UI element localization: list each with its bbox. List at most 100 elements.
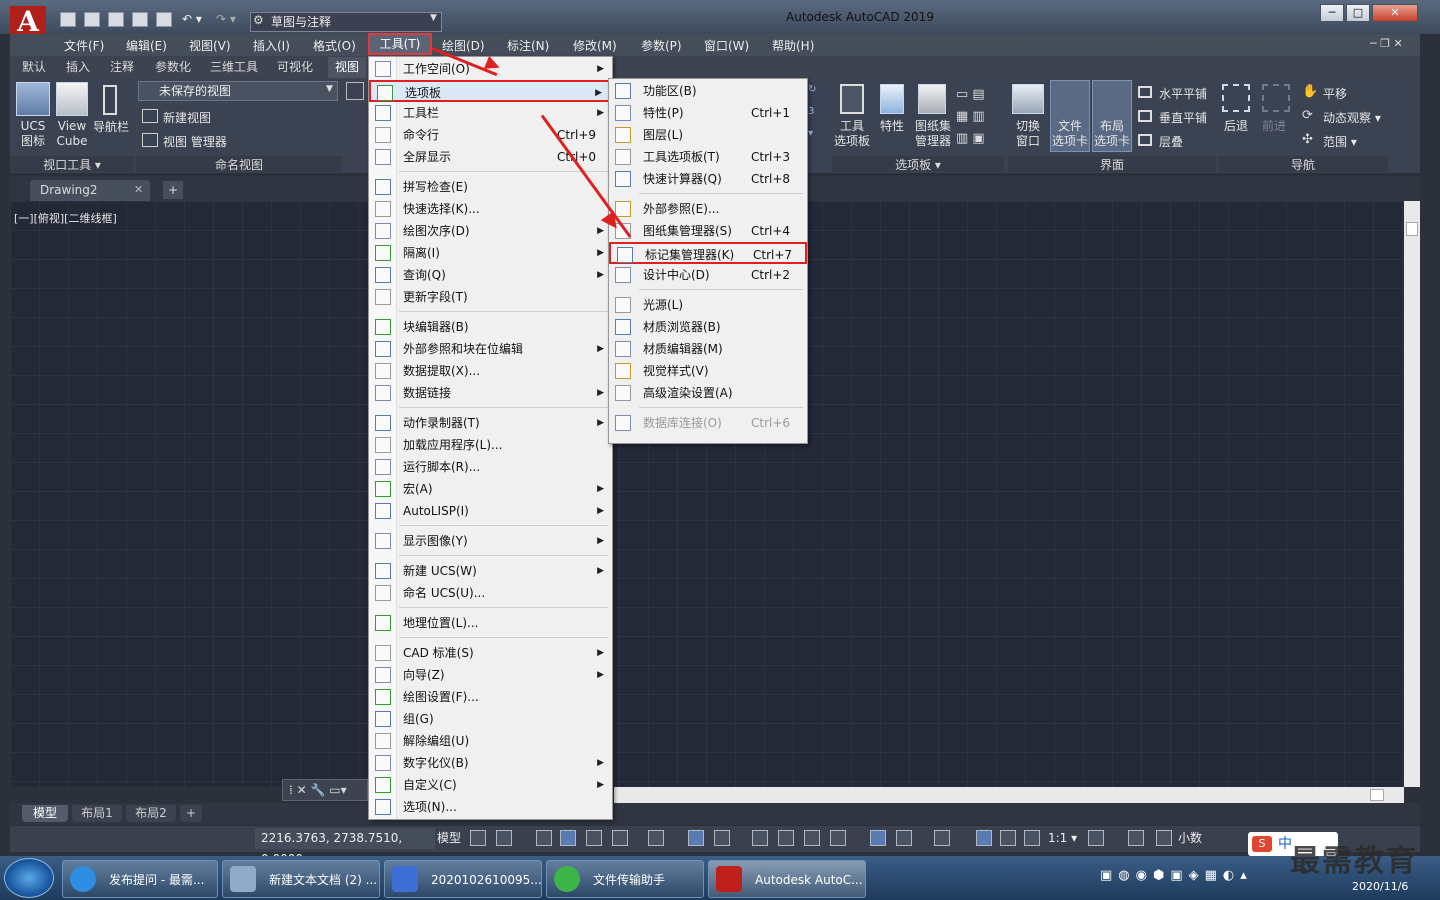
menu-item[interactable]: 设计中心(D) Ctrl+2 [609, 264, 807, 286]
menu-item[interactable]: 数据链接 ▶ [369, 382, 612, 404]
open-file-icon[interactable] [84, 12, 100, 27]
horizontal-scroll-thumb[interactable] [1370, 789, 1384, 801]
command-line-toolbar[interactable]: ⁞ ✕ 🔧 ▭▾ [282, 779, 368, 801]
tab-visualize[interactable]: 可视化 [277, 58, 313, 76]
menu-item[interactable]: 宏(A) ▶ [369, 478, 612, 500]
plot-icon[interactable] [156, 12, 172, 27]
panel-viewport-tools[interactable]: 视口工具 ▾ [10, 156, 134, 172]
new-file-icon[interactable] [60, 12, 76, 27]
switch-window-icon[interactable] [1012, 84, 1044, 114]
polar-icon[interactable] [612, 830, 628, 846]
units-select[interactable]: 小数 [1178, 828, 1202, 849]
workspace-select[interactable]: 草图与注释 [250, 12, 442, 32]
menu-item[interactable]: 绘图设置(F)... [369, 686, 612, 708]
menu-modify[interactable]: 修改(M) [573, 37, 617, 55]
menu-help[interactable]: 帮助(H) [772, 37, 814, 55]
menu-item[interactable]: 运行脚本(R)... [369, 456, 612, 478]
menu-item[interactable]: 数字化仪(B) ▶ [369, 752, 612, 774]
menu-tools[interactable]: 工具(T) [368, 33, 432, 55]
tab-insert[interactable]: 插入 [66, 58, 90, 76]
panel-palettes[interactable]: 选项板 ▾ [832, 156, 1004, 172]
add-layout-button[interactable]: + [180, 805, 202, 822]
menu-item[interactable]: 自定义(C) ▶ [369, 774, 612, 796]
menu-item[interactable]: 向导(Z) ▶ [369, 664, 612, 686]
tab-3d-tools[interactable]: 三维工具 [210, 58, 258, 76]
menu-edit[interactable]: 编辑(E) [126, 37, 167, 55]
dynamic-ucs-icon[interactable] [870, 830, 886, 846]
tab-annotate[interactable]: 注释 [110, 58, 134, 76]
grid-icon[interactable] [470, 830, 486, 846]
properties-button[interactable]: 特性 [874, 119, 910, 134]
menu-item[interactable]: 加载应用程序(L)... [369, 434, 612, 456]
tab-model[interactable]: 模型 [22, 805, 68, 822]
gizmo-icon[interactable] [934, 830, 950, 846]
menu-dimension[interactable]: 标注(N) [507, 37, 549, 55]
viewcube-icon[interactable] [56, 82, 88, 116]
annotation-scale-icon[interactable] [1024, 830, 1040, 846]
undo-icon[interactable]: ↶ ▾ [182, 12, 202, 26]
isodraft-icon[interactable] [648, 830, 664, 846]
palette-small-icons[interactable]: ↻ 3 ▾ [808, 84, 822, 144]
infer-constraints-icon[interactable] [536, 830, 552, 846]
lineweight-icon[interactable] [752, 830, 768, 846]
menu-item[interactable]: 动作录制器(T) ▶ [369, 412, 612, 434]
properties-icon[interactable] [880, 84, 904, 114]
document-tab[interactable]: Drawing2 [30, 180, 150, 201]
auto-scale-icon[interactable] [1000, 830, 1016, 846]
dynamic-input-icon[interactable] [560, 830, 576, 846]
object-snap-tracking-icon[interactable] [688, 830, 704, 846]
layout-tabs-button[interactable]: 布局 选项卡 [1092, 119, 1132, 149]
viewcube-button[interactable]: View Cube [52, 119, 92, 149]
tool-palette-icon[interactable] [840, 84, 864, 114]
menu-item[interactable]: 视觉样式(V) [609, 360, 807, 382]
cascade-button[interactable]: 层叠 [1159, 133, 1183, 150]
menu-item[interactable]: 特性(P) Ctrl+1 [609, 102, 807, 124]
navbar-button[interactable]: 导航栏 [92, 120, 130, 135]
maximize-button[interactable]: □ [1346, 4, 1370, 22]
tab-layout1[interactable]: 布局1 [72, 805, 122, 822]
tab-parametric[interactable]: 参数化 [155, 58, 191, 76]
minimize-button[interactable]: ─ [1320, 4, 1344, 22]
menu-item[interactable]: 功能区(B) [609, 80, 807, 102]
start-button[interactable] [4, 858, 54, 898]
menu-item[interactable]: 命令行 Ctrl+9 [369, 124, 612, 146]
selection-filter-icon[interactable] [896, 830, 912, 846]
menu-item[interactable]: 材质编辑器(M) [609, 338, 807, 360]
menu-item[interactable]: 标记集管理器(K) Ctrl+7 [609, 242, 807, 264]
menu-item[interactable]: 外部参照和块在位编辑 ▶ [369, 338, 612, 360]
menu-view[interactable]: 视图(V) [189, 37, 231, 55]
menu-item[interactable]: 更新字段(T) [369, 286, 612, 308]
save-icon[interactable] [108, 12, 124, 27]
menu-item[interactable]: 显示图像(Y) ▶ [369, 530, 612, 552]
tab-layout2[interactable]: 布局2 [126, 805, 176, 822]
menu-item[interactable]: 图层(L) [609, 124, 807, 146]
menu-parametric[interactable]: 参数(P) [641, 37, 682, 55]
object-snap-icon[interactable] [714, 830, 730, 846]
doc-window-controls[interactable]: ─ ❐ ✕ [1370, 37, 1403, 50]
palette-extra-icons[interactable]: ▭ ▤ ▦ ▥ ▥ ▣ [956, 84, 1000, 150]
sheetset-icon[interactable] [918, 84, 946, 114]
menu-draw[interactable]: 绘图(D) [442, 37, 485, 55]
menu-item[interactable]: 选项板 ▶ [369, 80, 612, 102]
sheetset-manager-button[interactable]: 图纸集 管理器 [910, 119, 956, 149]
close-tab-icon[interactable]: ✕ [134, 183, 143, 196]
orbit-button[interactable]: 动态观察 ▾ [1323, 109, 1381, 126]
back-icon[interactable] [1222, 84, 1250, 112]
coordinates-readout[interactable]: 2216.3763, 2738.7510, 0.0000 [255, 828, 435, 866]
ortho-icon[interactable] [586, 830, 602, 846]
menu-item[interactable]: 隔离(I) ▶ [369, 242, 612, 264]
ucs-icon-button[interactable]: UCS 图标 [12, 119, 54, 149]
annotation-monitor-icon[interactable] [1128, 830, 1144, 846]
menu-item[interactable]: 选项(N)... [369, 796, 612, 818]
vertical-scroll-thumb[interactable] [1406, 222, 1418, 236]
annotation-scale-select[interactable]: 1:1 ▾ [1048, 828, 1077, 849]
vertical-scrollbar[interactable] [1404, 201, 1420, 787]
menu-item[interactable]: 快速选择(K)... [369, 198, 612, 220]
menu-item[interactable]: 工具选项板(T) Ctrl+3 [609, 146, 807, 168]
menu-item[interactable]: 绘图次序(D) ▶ [369, 220, 612, 242]
transparency-icon[interactable] [778, 830, 794, 846]
redo-icon[interactable]: ↷ ▾ [216, 12, 236, 26]
menu-item[interactable]: 命名 UCS(U)... [369, 582, 612, 604]
workspace-switch-icon[interactable] [1088, 830, 1104, 846]
view-manager-button[interactable]: 视图 管理器 [163, 133, 227, 150]
